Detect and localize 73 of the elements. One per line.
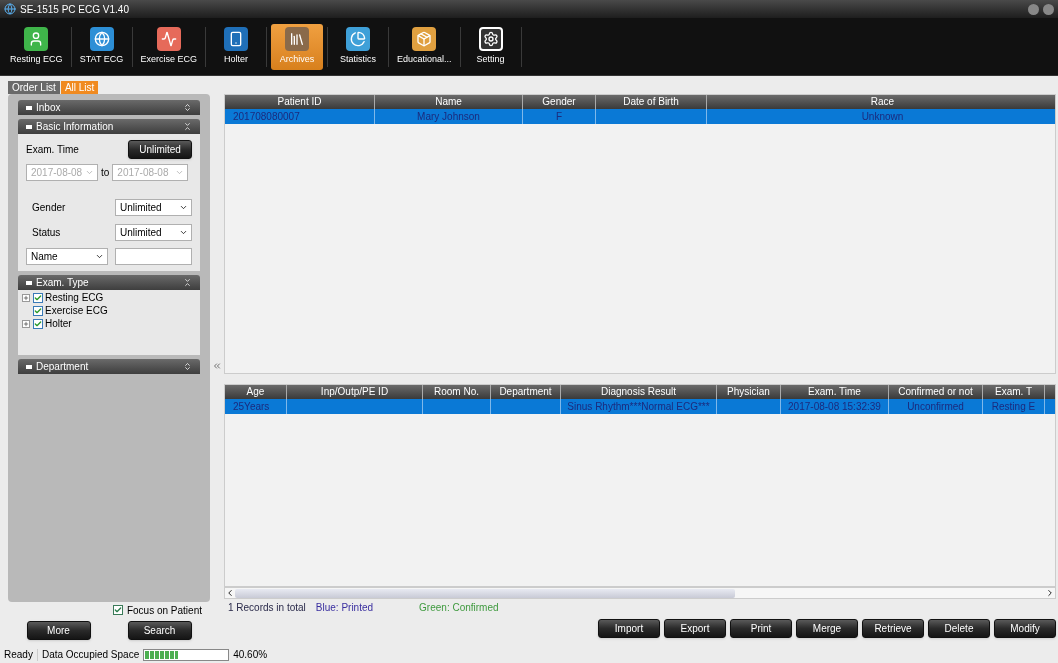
records-total: 1 Records in total <box>228 600 306 615</box>
scroll-right-icon[interactable] <box>1045 588 1055 598</box>
toolbar-button[interactable]: Educational... <box>393 23 456 70</box>
action-button[interactable]: Export <box>664 619 726 638</box>
search-field[interactable] <box>115 248 192 265</box>
gender-label: Gender <box>32 201 66 215</box>
toolbar-button[interactable]: Setting <box>464 23 517 70</box>
package-icon <box>416 30 433 47</box>
action-button[interactable]: Import <box>598 619 660 638</box>
dropdown-icon <box>175 168 185 177</box>
dropdown-icon <box>85 168 94 177</box>
close-icon[interactable] <box>1043 3 1054 15</box>
toolbar-button[interactable]: STAT ECG <box>75 23 128 70</box>
collapse-icon[interactable] <box>183 122 192 131</box>
action-button[interactable]: Print <box>730 619 792 638</box>
tree-item-label[interactable]: Holter <box>45 316 72 331</box>
toolbar-button[interactable]: Resting ECG <box>6 23 67 70</box>
table-cell: 25Years <box>233 401 270 412</box>
settings-icon <box>482 30 499 47</box>
app-icon <box>4 3 16 15</box>
action-button[interactable]: Delete <box>928 619 990 638</box>
status-text: Ready <box>4 648 33 662</box>
focus-on-patient-label[interactable]: Focus on Patient <box>126 602 202 618</box>
action-button[interactable]: Unlimited <box>128 140 192 159</box>
table-cell: Sinus Rhythm***Normal ECG*** <box>567 401 710 412</box>
search-by-dropdown[interactable]: Name <box>26 248 108 265</box>
to-label: to <box>101 166 110 180</box>
status-label: Status <box>32 226 61 240</box>
table-cell: Resting E <box>991 401 1036 412</box>
table-cell: Unconfirmed <box>907 401 964 412</box>
expand-tree-icon[interactable] <box>22 293 30 302</box>
list-tab[interactable]: Order List <box>8 81 60 94</box>
dropdown-icon <box>95 252 104 261</box>
table-cell: F <box>555 111 563 122</box>
gender-dropdown[interactable]: Unlimited <box>115 199 192 216</box>
exam-time-label: Exam. Time <box>26 143 79 157</box>
checkbox[interactable] <box>33 318 43 329</box>
collapse-icon[interactable] <box>183 278 192 287</box>
dropdown-icon <box>179 203 188 212</box>
toolbar-button[interactable]: Holter <box>210 23 263 70</box>
checkbox[interactable] <box>112 605 123 615</box>
status-dropdown[interactable]: Unlimited <box>115 224 192 241</box>
table-cell: Unknown <box>861 111 904 122</box>
tree-item-label[interactable]: Resting ECG <box>45 290 104 305</box>
tree-item-label[interactable]: Exercise ECG <box>45 303 108 318</box>
scroll-left-icon[interactable] <box>225 588 235 598</box>
action-button[interactable]: Retrieve <box>862 619 924 638</box>
action-button[interactable]: More <box>26 621 91 640</box>
legend-label: Green: Confirmed <box>419 600 499 615</box>
action-button[interactable]: Modify <box>994 619 1056 638</box>
action-button[interactable]: Merge <box>796 619 858 638</box>
horizontal-scrollbar[interactable] <box>224 587 1056 599</box>
expand-tree-icon[interactable] <box>22 319 30 328</box>
checkbox[interactable] <box>33 292 43 303</box>
table-cell: 2017-08-08 15:32:39 <box>788 401 881 412</box>
toolbar-button[interactable]: Statistics <box>332 23 385 70</box>
pulse-icon <box>160 30 177 47</box>
pie-chart-icon <box>350 30 367 47</box>
minimize-icon[interactable] <box>1028 3 1039 15</box>
window-title: SE-1515 PC ECG V1.40 <box>20 2 130 17</box>
toolbar-button[interactable]: Exercise ECG <box>136 23 202 70</box>
storage-reading: 40.60% <box>233 648 268 662</box>
legend-label: Blue: Printed <box>315 600 374 615</box>
books-icon <box>289 30 306 47</box>
storage-label: Data Occupied Space <box>41 648 140 662</box>
expand-icon[interactable] <box>183 362 192 371</box>
checkbox[interactable] <box>33 305 43 316</box>
table-cell: Mary Johnson <box>417 111 480 122</box>
expand-icon[interactable] <box>183 103 192 112</box>
action-button[interactable]: Search <box>127 621 192 640</box>
dropdown-icon <box>179 228 188 237</box>
globe-icon <box>93 30 110 47</box>
table-cell: 201708080007 <box>233 111 300 122</box>
